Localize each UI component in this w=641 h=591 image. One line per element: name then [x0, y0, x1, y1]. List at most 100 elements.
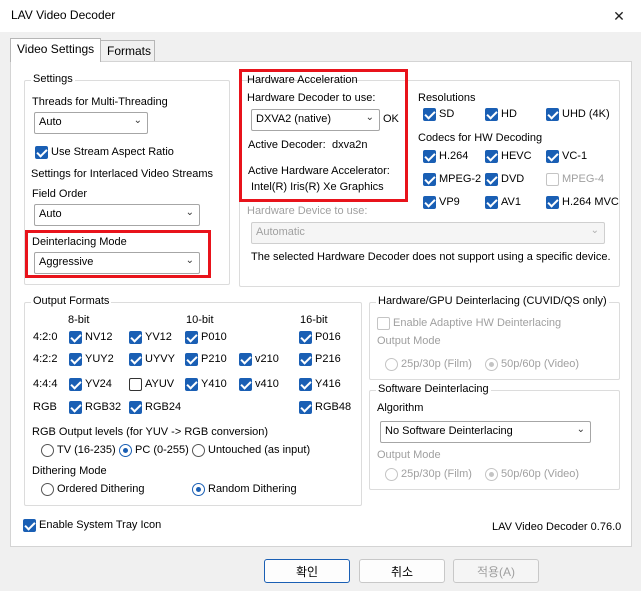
- checkbox-box: [239, 378, 252, 391]
- checkbox-label: H.264 MVC: [562, 196, 619, 208]
- settings-title: Settings: [31, 73, 75, 85]
- rgb-pc-radio[interactable]: PC (0-255): [119, 444, 189, 458]
- radio-label: 25p/30p (Film): [401, 358, 472, 370]
- rgb-tv-radio[interactable]: TV (16-235): [41, 444, 116, 458]
- codec-h264-checkbox[interactable]: H.264: [423, 150, 468, 164]
- fmt-yuy2-checkbox[interactable]: YUY2: [69, 353, 114, 367]
- codec-h264mvc-checkbox[interactable]: H.264 MVC: [546, 196, 619, 210]
- field-order-select[interactable]: Auto ⌄: [34, 204, 200, 226]
- dither-label: Dithering Mode: [32, 465, 107, 477]
- col-header-10bit: 10-bit: [186, 314, 214, 326]
- radio-label: 50p/60p (Video): [501, 468, 580, 480]
- fmt-v210-checkbox[interactable]: v210: [239, 353, 279, 367]
- fmt-rgb32-checkbox[interactable]: RGB32: [69, 401, 121, 415]
- codec-dvd-checkbox[interactable]: DVD: [485, 173, 524, 187]
- checkbox-label: P016: [315, 331, 341, 343]
- fmt-yv12-checkbox[interactable]: YV12: [129, 331, 172, 345]
- tab-video-settings[interactable]: Video Settings: [10, 38, 101, 62]
- stream-aspect-label: Use Stream Aspect Ratio: [51, 146, 174, 158]
- fmt-p016-checkbox[interactable]: P016: [299, 331, 341, 345]
- dither-random-radio[interactable]: Random Dithering: [192, 483, 297, 497]
- checkbox-box: [129, 401, 142, 414]
- checkbox-box: [239, 353, 252, 366]
- fmt-nv12-checkbox[interactable]: NV12: [69, 331, 113, 345]
- highlight-frame-deint: [25, 230, 211, 278]
- res-hd-checkbox[interactable]: HD: [485, 108, 517, 122]
- checkbox-box: [23, 519, 36, 532]
- codec-vp9-checkbox[interactable]: VP9: [423, 196, 460, 210]
- rgb-untouched-radio[interactable]: Untouched (as input): [192, 444, 310, 458]
- checkbox-box: [129, 378, 142, 391]
- fmt-uyvy-checkbox[interactable]: UYVY: [129, 353, 175, 367]
- radio-label: TV (16-235): [57, 444, 116, 456]
- checkbox-box: [299, 331, 312, 344]
- checkbox-label: v410: [255, 378, 279, 390]
- radio-label: 50p/60p (Video): [501, 358, 580, 370]
- algorithm-select[interactable]: No Software Deinterlacing ⌄: [380, 421, 591, 443]
- checkbox-box: [546, 173, 559, 186]
- fmt-p216-checkbox[interactable]: P216: [299, 353, 341, 367]
- sw-video-radio[interactable]: 50p/60p (Video): [485, 468, 579, 482]
- checkbox-label: YUY2: [85, 353, 114, 365]
- checkbox-box: [69, 401, 82, 414]
- checkbox-label: MPEG-2: [439, 173, 482, 185]
- apply-button[interactable]: 적용(A): [453, 559, 539, 583]
- checkbox-box: [423, 196, 436, 209]
- fmt-ayuv-checkbox[interactable]: AYUV: [129, 378, 174, 392]
- checkbox-box: [377, 317, 390, 330]
- checkbox-label: RGB48: [315, 401, 352, 413]
- tab-formats[interactable]: Formats: [100, 40, 155, 62]
- fmt-v410-checkbox[interactable]: v410: [239, 378, 279, 392]
- codec-av1-checkbox[interactable]: AV1: [485, 196, 521, 210]
- res-uhd-checkbox[interactable]: UHD (4K): [546, 108, 610, 122]
- stream-aspect-checkbox[interactable]: Use Stream Aspect Ratio: [35, 146, 174, 160]
- fmt-p210-checkbox[interactable]: P210: [185, 353, 227, 367]
- checkbox-box: [485, 108, 498, 121]
- checkbox-box: [485, 150, 498, 163]
- fmt-rgb24-checkbox[interactable]: RGB24: [129, 401, 181, 415]
- codec-vc1-checkbox[interactable]: VC-1: [546, 150, 587, 164]
- threads-label: Threads for Multi-Threading: [32, 96, 168, 108]
- col-header-8bit: 8-bit: [68, 314, 90, 326]
- radio-label: 25p/30p (Film): [401, 468, 472, 480]
- hw-film-radio[interactable]: 25p/30p (Film): [385, 358, 472, 372]
- fmt-yv24-checkbox[interactable]: YV24: [69, 378, 112, 392]
- ok-button[interactable]: 확인: [264, 559, 350, 583]
- field-order-label: Field Order: [32, 188, 88, 200]
- dither-ordered-radio[interactable]: Ordered Dithering: [41, 483, 144, 497]
- version-label: LAV Video Decoder 0.76.0: [492, 521, 622, 533]
- hw-video-radio[interactable]: 50p/60p (Video): [485, 358, 579, 372]
- radio-dot: [385, 468, 398, 481]
- checkbox-label: SD: [439, 108, 455, 120]
- checkbox-box: [546, 108, 559, 121]
- radio-label: PC (0-255): [135, 444, 189, 456]
- fmt-p010-checkbox[interactable]: P010: [185, 331, 227, 345]
- hw-device-select[interactable]: Automatic ⌄: [251, 222, 605, 244]
- tray-icon-checkbox[interactable]: Enable System Tray Icon: [23, 519, 161, 533]
- hw-device-note: The selected Hardware Decoder does not s…: [251, 251, 611, 263]
- checkbox-label: UHD (4K): [562, 108, 610, 120]
- fmt-y416-checkbox[interactable]: Y416: [299, 378, 341, 392]
- radio-dot: [119, 444, 132, 457]
- res-sd-checkbox[interactable]: SD: [423, 108, 454, 122]
- hw-device-label: Hardware Device to use:: [247, 205, 368, 217]
- fmt-y410-checkbox[interactable]: Y410: [185, 378, 227, 392]
- codec-hevc-checkbox[interactable]: HEVC: [485, 150, 532, 164]
- sw-film-radio[interactable]: 25p/30p (Film): [385, 468, 472, 482]
- checkbox-box: [423, 108, 436, 121]
- codec-mpeg4-checkbox[interactable]: MPEG-4: [546, 173, 604, 187]
- radio-dot: [485, 468, 498, 481]
- checkbox-label: Enable Adaptive HW Deinterlacing: [393, 317, 562, 329]
- checkbox-box: [185, 331, 198, 344]
- checkbox-box: [35, 146, 48, 159]
- cancel-button[interactable]: 취소: [359, 559, 445, 583]
- close-icon[interactable]: ✕: [597, 0, 641, 32]
- checkbox-label: Enable System Tray Icon: [39, 519, 162, 531]
- threads-select[interactable]: Auto ⌄: [34, 112, 148, 134]
- fmt-rgb48-checkbox[interactable]: RGB48: [299, 401, 351, 415]
- checkbox-box: [185, 353, 198, 366]
- codec-mpeg2-checkbox[interactable]: MPEG-2: [423, 173, 481, 187]
- checkbox-box: [299, 401, 312, 414]
- hw-adaptive-checkbox[interactable]: Enable Adaptive HW Deinterlacing: [377, 317, 561, 331]
- chevron-down-icon: ⌄: [133, 115, 142, 126]
